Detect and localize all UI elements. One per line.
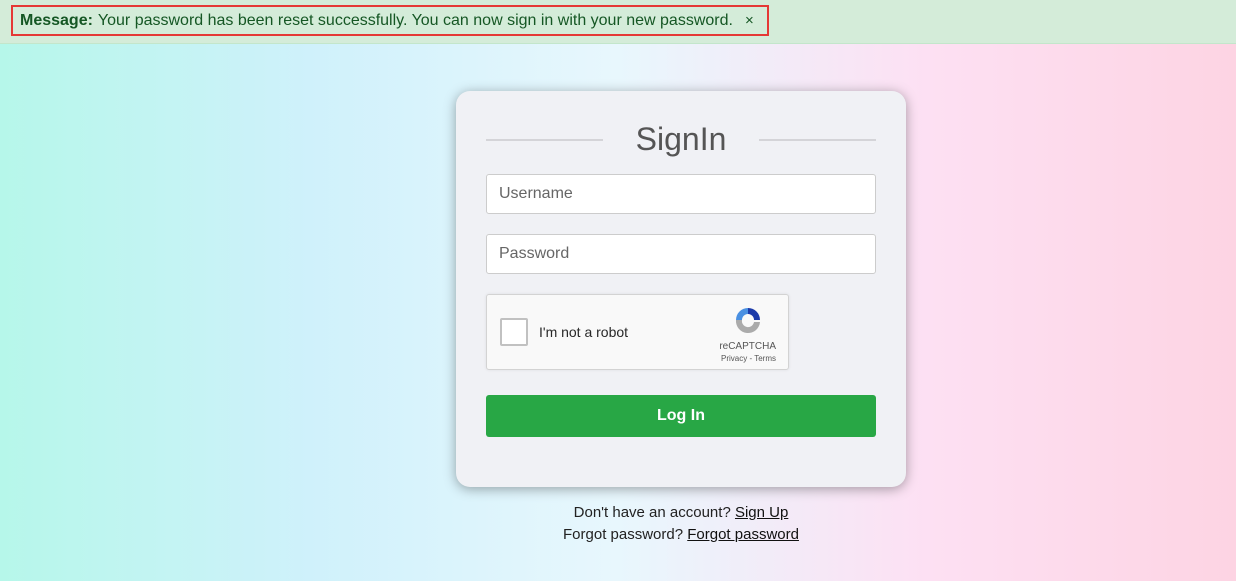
login-button[interactable]: Log In bbox=[486, 395, 876, 437]
recaptcha-brand: reCAPTCHA bbox=[719, 341, 776, 352]
recaptcha-icon bbox=[735, 308, 760, 334]
recaptcha-links[interactable]: Privacy - Terms bbox=[721, 354, 776, 363]
recaptcha-label: I'm not a robot bbox=[539, 324, 629, 340]
alert-text: Your password has been reset successfull… bbox=[97, 11, 733, 29]
signin-card: SignIn I'm not a robot reCAPTCHA Privacy… bbox=[456, 91, 906, 487]
page-title: SignIn bbox=[635, 121, 727, 157]
title-row: SignIn bbox=[486, 121, 877, 158]
alert-label: Message: bbox=[20, 11, 93, 29]
username-input[interactable] bbox=[486, 174, 876, 214]
recaptcha-widget: I'm not a robot reCAPTCHA Privacy - Term… bbox=[486, 294, 789, 370]
alert-banner: Message: Your password has been reset su… bbox=[0, 0, 1236, 44]
close-icon[interactable]: × bbox=[745, 12, 754, 29]
signup-row: Don't have an account? Sign Up bbox=[456, 504, 906, 521]
signup-link[interactable]: Sign Up bbox=[735, 504, 788, 521]
signup-prompt: Don't have an account? bbox=[573, 504, 731, 521]
alert-message: Message: Your password has been reset su… bbox=[11, 5, 769, 36]
forgot-prompt: Forgot password? bbox=[563, 526, 684, 543]
recaptcha-checkbox[interactable] bbox=[500, 318, 528, 346]
divider bbox=[759, 138, 877, 141]
password-input[interactable] bbox=[486, 234, 876, 274]
divider bbox=[486, 138, 603, 141]
forgot-row: Forgot password? Forgot password bbox=[456, 526, 906, 543]
forgot-password-link[interactable]: Forgot password bbox=[687, 526, 799, 543]
